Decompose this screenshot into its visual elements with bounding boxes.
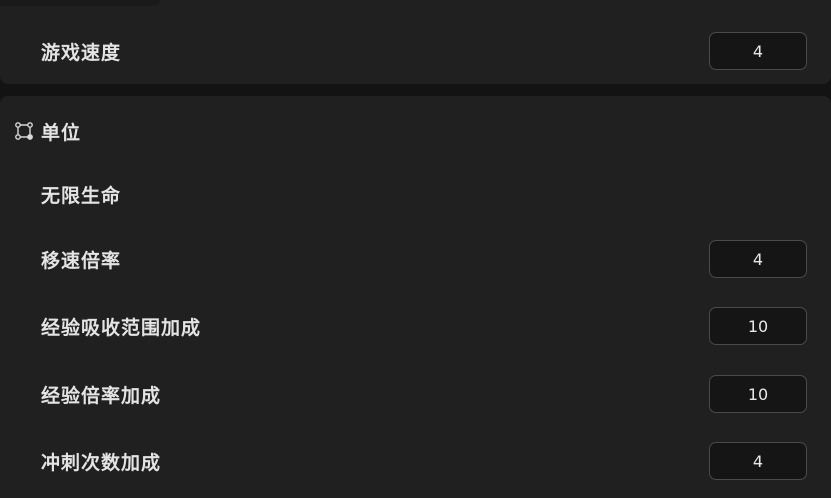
exp-rate-input[interactable] — [709, 375, 807, 413]
settings-page: 游戏速度 单位 无限生命 移速倍率 经验吸收范围加成 经验倍率加成 — [0, 0, 831, 498]
setting-row-game-speed: 游戏速度 — [0, 31, 831, 71]
game-speed-input[interactable] — [709, 32, 807, 70]
infinite-life-label: 无限生命 — [41, 184, 122, 207]
dash-count-label: 冲刺次数加成 — [41, 451, 162, 474]
exp-range-input[interactable] — [709, 307, 807, 345]
setting-row-exp-range: 经验吸收范围加成 — [0, 306, 831, 346]
setting-row-move-speed: 移速倍率 — [0, 239, 831, 279]
units-section-title: 单位 — [41, 121, 82, 144]
exp-rate-label: 经验倍率加成 — [41, 384, 162, 407]
dash-count-input[interactable] — [709, 442, 807, 480]
setting-row-exp-rate: 经验倍率加成 — [0, 374, 831, 414]
units-settings-panel — [0, 96, 831, 498]
units-section-header: 单位 — [15, 116, 81, 146]
exp-range-label: 经验吸收范围加成 — [41, 316, 202, 339]
move-speed-label: 移速倍率 — [41, 249, 122, 272]
setting-row-dash-count: 冲刺次数加成 — [0, 441, 831, 481]
general-settings-panel: 游戏速度 — [0, 0, 831, 84]
move-speed-input[interactable] — [709, 240, 807, 278]
panel-top-strip — [0, 0, 160, 6]
setting-row-infinite-life[interactable]: 无限生命 — [0, 174, 831, 214]
game-speed-label: 游戏速度 — [41, 41, 122, 64]
nodes-icon — [15, 122, 33, 140]
